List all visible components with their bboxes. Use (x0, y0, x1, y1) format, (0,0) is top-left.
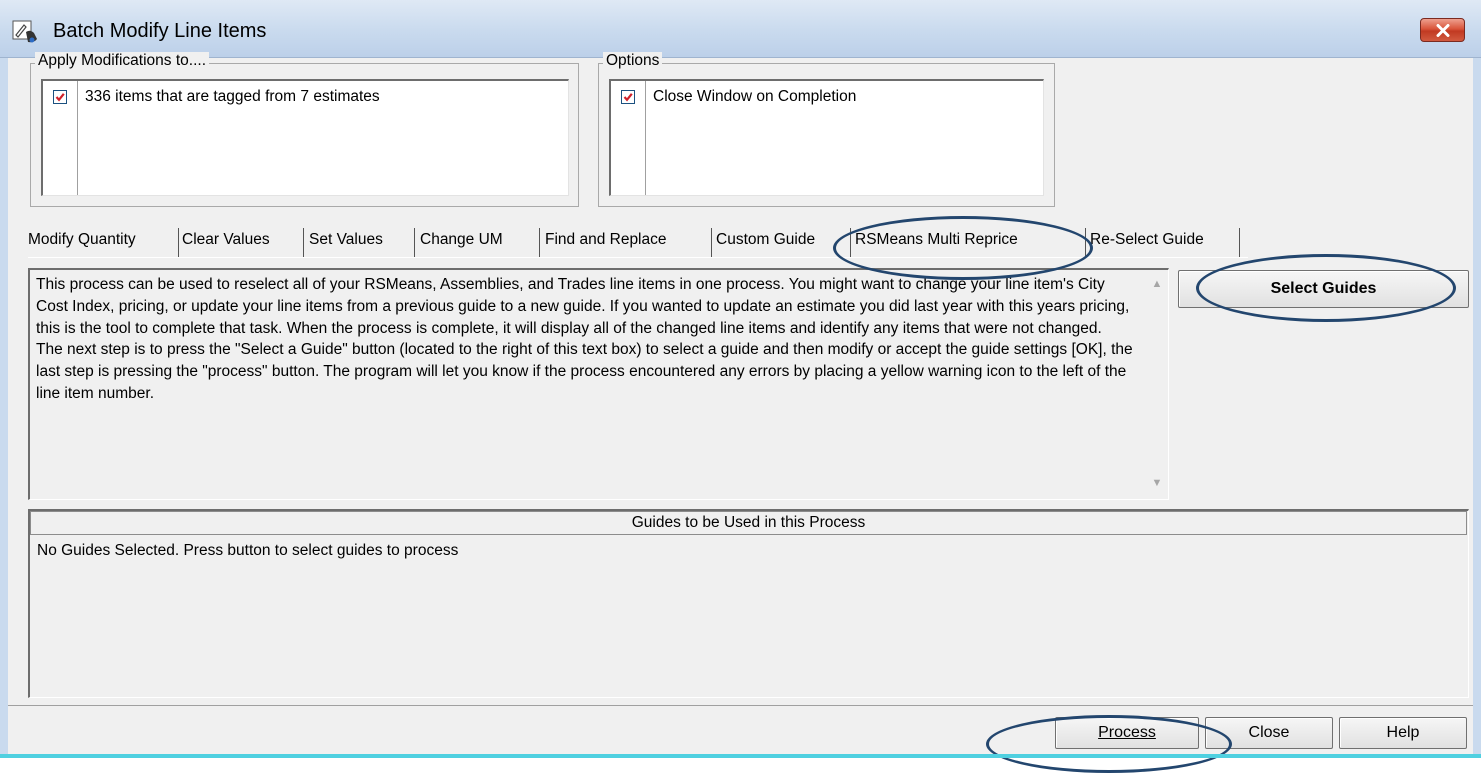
highlight-ellipse-process (986, 715, 1232, 773)
options-legend: Options (603, 52, 663, 70)
window-close-button[interactable] (1420, 18, 1465, 42)
options-group: Options Close Window on Completion (598, 52, 1055, 207)
batch-modify-window: Batch Modify Line Items Apply Modificati… (0, 0, 1481, 773)
scroll-down-arrow-icon[interactable]: ▼ (1148, 477, 1166, 491)
scroll-up-arrow-icon[interactable]: ▲ (1148, 278, 1166, 292)
apply-modifications-list[interactable]: 336 items that are tagged from 7 estimat… (41, 79, 569, 196)
apply-modifications-legend: Apply Modifications to.... (35, 52, 209, 70)
taskbar-accent (0, 754, 1481, 758)
guides-empty-message: No Guides Selected. Press button to sele… (37, 542, 459, 559)
guides-list[interactable]: Guides to be Used in this Process No Gui… (28, 509, 1469, 698)
description-text: This process can be used to reselect all… (36, 274, 1136, 405)
highlight-ellipse-select-guides (1196, 254, 1456, 322)
apply-item-checkbox[interactable] (53, 90, 67, 104)
description-textbox[interactable]: This process can be used to reselect all… (28, 268, 1169, 500)
window-title: Batch Modify Line Items (53, 20, 267, 42)
tab-change-um[interactable]: Change UM (420, 228, 503, 256)
description-paragraph-2: The next step is to press the "Select a … (36, 341, 1133, 402)
tab-clear-values[interactable]: Clear Values (182, 228, 270, 256)
tab-modify-quantity[interactable]: Modify Quantity (28, 228, 136, 256)
footer-divider (8, 705, 1473, 706)
description-paragraph-1: This process can be used to reselect all… (36, 276, 1130, 337)
tab-divider (178, 228, 179, 258)
close-button-label: Close (1248, 724, 1290, 741)
close-on-completion-label: Close Window on Completion (653, 88, 857, 105)
close-on-completion-checkbox[interactable] (621, 90, 635, 104)
checkmark-icon (623, 93, 633, 102)
tab-divider (1239, 228, 1240, 258)
apply-item-label: 336 items that are tagged from 7 estimat… (85, 88, 380, 105)
dialog-body: Apply Modifications to.... 336 items tha… (0, 52, 1481, 758)
tab-divider (414, 228, 415, 258)
title-bar[interactable]: Batch Modify Line Items (0, 0, 1481, 58)
highlight-ellipse-tab (833, 216, 1093, 280)
help-button-label: Help (1386, 724, 1420, 741)
options-list[interactable]: Close Window on Completion (609, 79, 1044, 196)
tab-divider (539, 228, 540, 258)
tab-custom-guide[interactable]: Custom Guide (716, 228, 815, 256)
hand-pencil-icon (12, 20, 37, 43)
tab-divider (711, 228, 712, 258)
apply-modifications-group: Apply Modifications to.... 336 items tha… (30, 52, 579, 207)
tab-divider (303, 228, 304, 258)
checkmark-icon (55, 93, 65, 102)
tab-set-values[interactable]: Set Values (309, 228, 383, 256)
tab-find-and-replace[interactable]: Find and Replace (545, 228, 667, 256)
tab-re-select-guide[interactable]: Re-Select Guide (1090, 228, 1204, 256)
close-icon (1436, 24, 1450, 37)
guides-list-header: Guides to be Used in this Process (30, 511, 1467, 535)
help-button[interactable]: Help (1339, 717, 1467, 749)
